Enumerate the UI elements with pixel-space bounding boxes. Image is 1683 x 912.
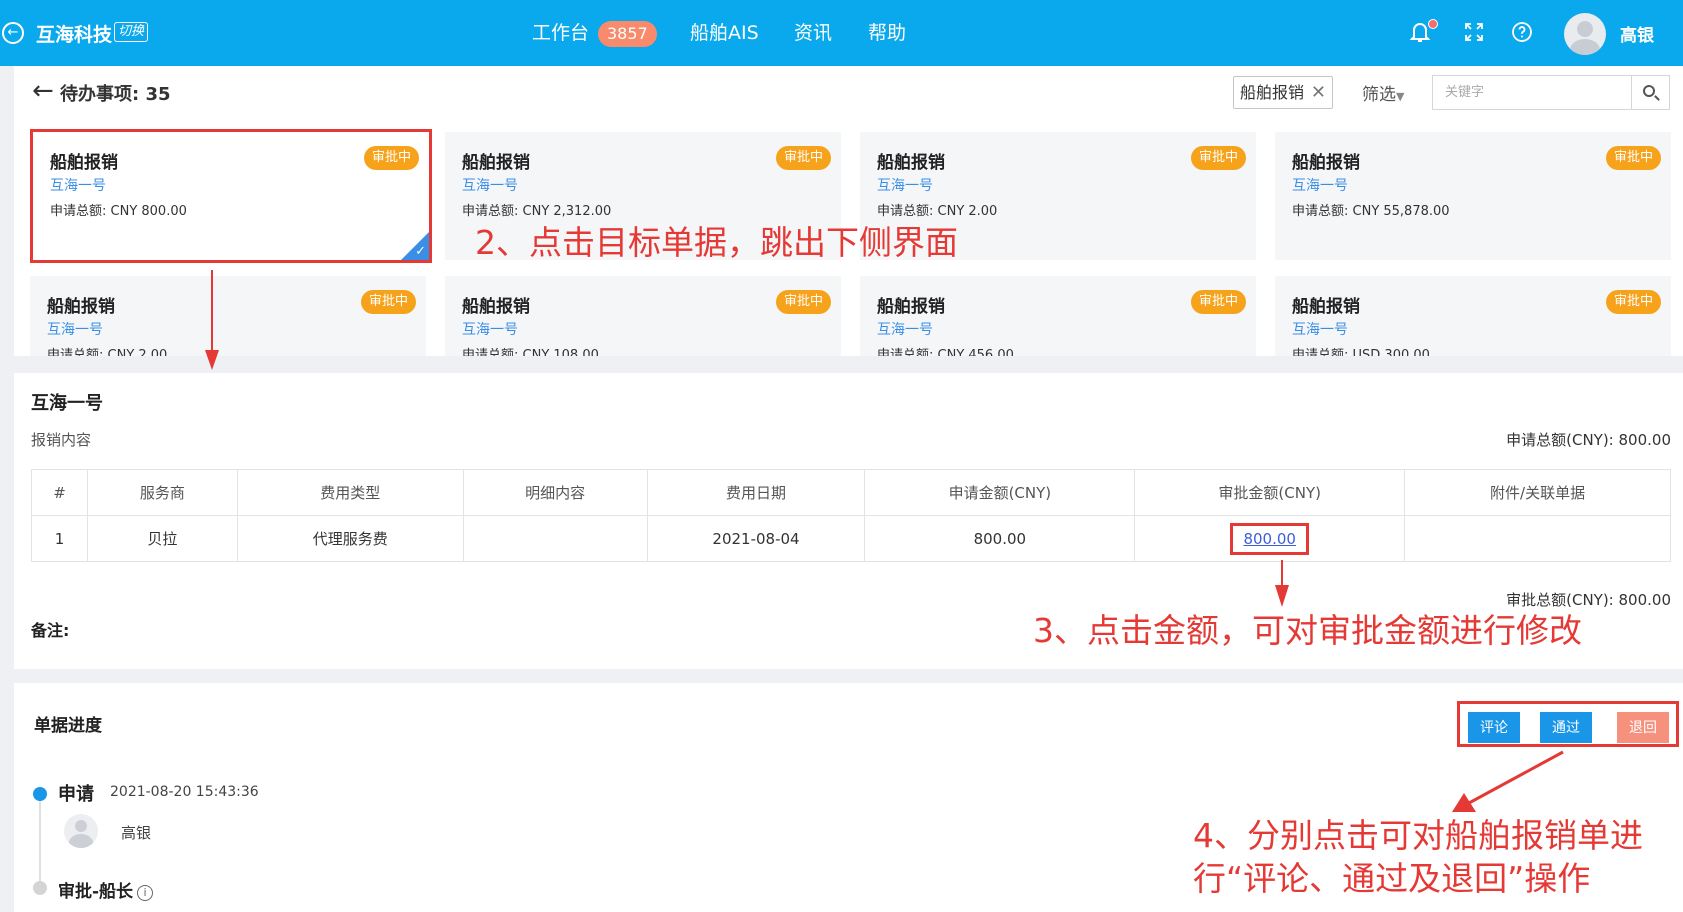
arrow-step3 (1275, 560, 1289, 607)
annotation-arrows (205, 270, 1564, 812)
arrow-step2 (205, 270, 219, 370)
arrow-step4 (1452, 750, 1564, 812)
